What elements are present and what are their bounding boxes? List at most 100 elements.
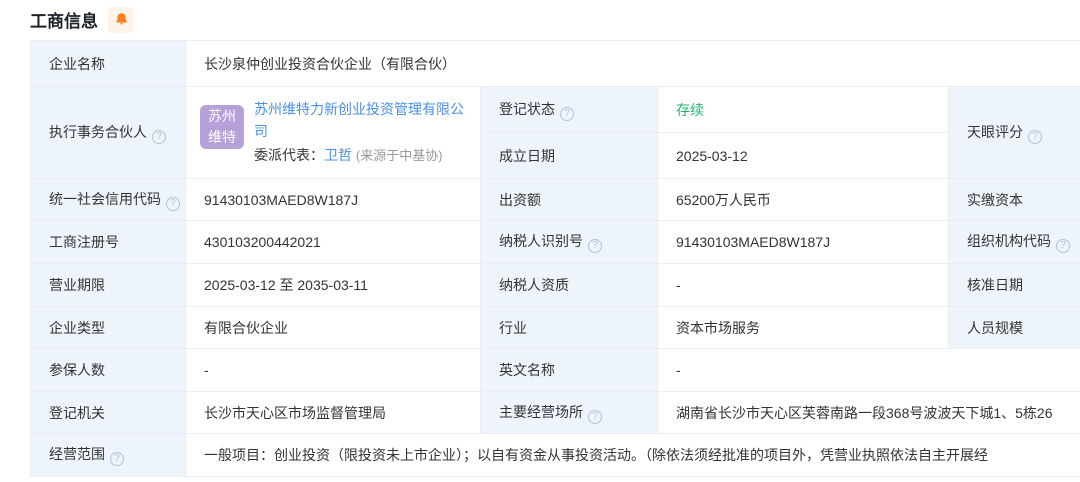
taxpayer-id-label: 纳税人识别号 [499, 233, 583, 249]
taxpayer-qualification-label-cell: 纳税人资质 [481, 264, 658, 307]
insured-count-value: - [204, 362, 209, 378]
company-name-value-cell: 长沙泉仲创业投资合伙企业（有限合伙） [186, 41, 1080, 87]
taxpayer-qualification-label: 纳税人资质 [499, 277, 569, 293]
staff-size-label-cell: 人员规模 [949, 307, 1080, 349]
main-premises-label: 主要经营场所 [499, 404, 583, 420]
taxpayer-id-value-cell: 91430103MAED8W187J [658, 221, 949, 264]
establish-date-value-cell: 2025-03-12 [658, 133, 949, 179]
contribution-value: 65200万人民币 [676, 192, 771, 208]
business-term-value: 2025-03-12 至 2035-03-11 [204, 277, 368, 293]
taxpayer-qualification-value: - [676, 277, 681, 293]
table-row: 工商注册号 430103200442021 纳税人识别号? 91430103MA… [31, 221, 1080, 264]
company-type-label: 企业类型 [49, 320, 105, 336]
status-badge: 存续 [676, 102, 704, 118]
paid-capital-label: 实缴资本 [967, 192, 1023, 208]
establish-date-value: 2025-03-12 [676, 148, 748, 164]
registration-status-value-cell: 存续 [658, 87, 949, 133]
company-name-value: 长沙泉仲创业投资合伙企业（有限合伙） [204, 56, 456, 72]
business-info-table: 企业名称 长沙泉仲创业投资合伙企业（有限合伙） 执行事务合伙人? 苏州 维特 苏… [30, 40, 1080, 477]
tianyan-score-label-cell: 天眼评分? [949, 87, 1080, 179]
help-icon[interactable]: ? [166, 197, 180, 211]
executive-partner-label: 执行事务合伙人 [49, 124, 147, 140]
business-scope-label-cell: 经营范围? [31, 434, 186, 477]
english-name-label: 英文名称 [499, 362, 555, 378]
bell-icon [114, 12, 129, 27]
taxpayer-qualification-value-cell: - [658, 264, 949, 307]
paid-capital-label-cell: 实缴资本 [949, 179, 1080, 221]
org-code-label-cell: 组织机构代码? [949, 221, 1080, 264]
taxpayer-id-value: 91430103MAED8W187J [676, 234, 830, 250]
avatar-text-line2: 维特 [208, 127, 236, 147]
establish-date-label: 成立日期 [499, 148, 555, 164]
industry-value: 资本市场服务 [676, 320, 760, 336]
table-row: 统一社会信用代码? 91430103MAED8W187J 出资额 65200万人… [31, 179, 1080, 221]
approval-date-label: 核准日期 [967, 277, 1023, 293]
help-icon[interactable]: ? [588, 410, 602, 424]
credit-code-label-cell: 统一社会信用代码? [31, 179, 186, 221]
english-name-value-cell: - [658, 349, 1080, 392]
insured-count-value-cell: - [186, 349, 481, 392]
help-icon[interactable]: ? [152, 130, 166, 144]
table-row: 经营范围? 一般项目：创业投资（限投资未上市企业）；以自有资金从事投资活动。（除… [31, 434, 1080, 477]
industry-label-cell: 行业 [481, 307, 658, 349]
help-icon[interactable]: ? [560, 107, 574, 121]
insured-count-label: 参保人数 [49, 362, 105, 378]
monitor-bell-button[interactable] [108, 7, 134, 33]
table-row: 企业类型 有限合伙企业 行业 资本市场服务 人员规模 [31, 307, 1080, 349]
table-row: 企业名称 长沙泉仲创业投资合伙企业（有限合伙） [31, 41, 1080, 87]
table-row: 参保人数 - 英文名称 - [31, 349, 1080, 392]
company-name-label: 企业名称 [49, 56, 105, 72]
reg-number-value: 430103200442021 [204, 234, 321, 250]
credit-code-value: 91430103MAED8W187J [204, 192, 358, 208]
company-type-label-cell: 企业类型 [31, 307, 186, 349]
company-name-label-cell: 企业名称 [31, 41, 186, 87]
english-name-value: - [676, 362, 681, 378]
registration-authority-label: 登记机关 [49, 405, 105, 421]
approval-date-label-cell: 核准日期 [949, 264, 1080, 307]
registration-status-label: 登记状态 [499, 101, 555, 117]
company-type-value: 有限合伙企业 [204, 320, 288, 336]
credit-code-value-cell: 91430103MAED8W187J [186, 179, 481, 221]
executive-partner-label-cell: 执行事务合伙人? [31, 87, 186, 179]
registration-authority-label-cell: 登记机关 [31, 392, 186, 434]
table-row: 登记机关 长沙市天心区市场监督管理局 主要经营场所? 湖南省长沙市天心区芙蓉南路… [31, 392, 1080, 434]
main-premises-value: 湖南省长沙市天心区芙蓉南路一段368号波波天下城1、5栋26 [676, 405, 1053, 421]
delegate-label: 委派代表： [254, 147, 324, 163]
help-icon[interactable]: ? [588, 239, 602, 253]
table-row: 营业期限 2025-03-12 至 2035-03-11 纳税人资质 - 核准日… [31, 264, 1080, 307]
business-term-value-cell: 2025-03-12 至 2035-03-11 [186, 264, 481, 307]
contribution-value-cell: 65200万人民币 [658, 179, 949, 221]
delegate-name-link[interactable]: 卫哲 [324, 147, 352, 163]
business-scope-value: 一般项目：创业投资（限投资未上市企业）；以自有资金从事投资活动。（除依法须经批准… [204, 447, 988, 463]
insured-count-label-cell: 参保人数 [31, 349, 186, 392]
establish-date-label-cell: 成立日期 [481, 133, 658, 179]
section-header: 工商信息 [0, 0, 1080, 40]
business-scope-value-cell: 一般项目：创业投资（限投资未上市企业）；以自有资金从事投资活动。（除依法须经批准… [186, 434, 1080, 477]
business-scope-label: 经营范围 [49, 446, 105, 462]
english-name-label-cell: 英文名称 [481, 349, 658, 392]
registration-authority-value-cell: 长沙市天心区市场监督管理局 [186, 392, 481, 434]
help-icon[interactable]: ? [110, 452, 124, 466]
reg-number-label: 工商注册号 [49, 234, 119, 250]
contribution-label-cell: 出资额 [481, 179, 658, 221]
delegate-source: (来源于中基协) [356, 148, 443, 163]
section-title: 工商信息 [30, 7, 98, 32]
business-term-label: 营业期限 [49, 277, 105, 293]
main-premises-label-cell: 主要经营场所? [481, 392, 658, 434]
credit-code-label: 统一社会信用代码 [49, 191, 161, 207]
avatar-text-line1: 苏州 [208, 106, 236, 126]
tianyan-score-label: 天眼评分 [967, 124, 1023, 140]
reg-number-label-cell: 工商注册号 [31, 221, 186, 264]
industry-label: 行业 [499, 320, 527, 336]
help-icon[interactable]: ? [1056, 239, 1070, 253]
registration-status-label-cell: 登记状态? [481, 87, 658, 133]
help-icon[interactable]: ? [1028, 130, 1042, 144]
partner-avatar[interactable]: 苏州 维特 [200, 105, 244, 149]
partner-company-link[interactable]: 苏州维特力新创业投资管理有限公司 [254, 98, 466, 143]
registration-authority-value: 长沙市天心区市场监督管理局 [204, 405, 386, 421]
reg-number-value-cell: 430103200442021 [186, 221, 481, 264]
contribution-label: 出资额 [499, 192, 541, 208]
main-premises-value-cell: 湖南省长沙市天心区芙蓉南路一段368号波波天下城1、5栋26 [658, 392, 1080, 434]
industry-value-cell: 资本市场服务 [658, 307, 949, 349]
company-type-value-cell: 有限合伙企业 [186, 307, 481, 349]
